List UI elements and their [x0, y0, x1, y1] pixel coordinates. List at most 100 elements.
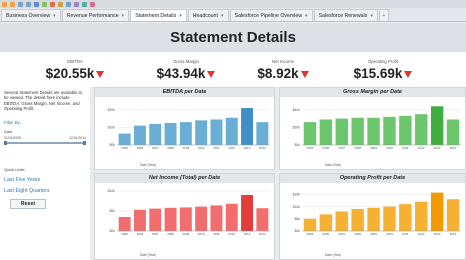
y-tick-label: $20k: [108, 108, 116, 112]
x-axis-footer[interactable]: Date (Year): [325, 163, 341, 167]
x-tick-label: 2005: [121, 232, 128, 236]
add-tab-button[interactable]: +: [378, 9, 389, 21]
x-tick-label: 2014: [450, 232, 457, 236]
bar[interactable]: [319, 119, 333, 145]
bar[interactable]: [164, 123, 177, 145]
kpi-gross-margin[interactable]: Gross Margin $43.94k: [131, 52, 241, 81]
bar[interactable]: [351, 209, 364, 231]
filter-icon[interactable]: [58, 1, 63, 7]
x-tick-label: 2007: [338, 232, 345, 236]
x-axis-footer[interactable]: Date (Year): [325, 253, 341, 257]
slider-start-handle[interactable]: [4, 140, 7, 145]
chevron-down-icon: ▾: [370, 13, 373, 19]
chart-title: Gross Margin per Date: [280, 88, 465, 97]
tab-salesforce-renewals[interactable]: Salesforce Renewals ▾: [313, 9, 378, 21]
bar[interactable]: [319, 214, 333, 231]
bar[interactable]: [118, 133, 131, 145]
bar[interactable]: [149, 208, 162, 231]
bar[interactable]: [383, 116, 396, 145]
x-tick-label: 2011: [213, 232, 220, 236]
bar[interactable]: [179, 207, 192, 231]
link-last-eight-quarters[interactable]: Last Eight Quarters: [4, 188, 86, 194]
new-sheet-icon[interactable]: [42, 1, 47, 7]
bar[interactable]: [225, 117, 238, 145]
bar[interactable]: [430, 106, 444, 145]
kpi-value: $20.55k: [45, 66, 95, 81]
tab-revenue-performance[interactable]: Revenue Performance ▾: [61, 9, 130, 21]
forward-icon[interactable]: [10, 1, 15, 7]
bar[interactable]: [415, 114, 428, 145]
x-tick-label: 2010: [198, 146, 205, 150]
y-tick-label: $5k: [295, 217, 301, 221]
kpi-operating-profit[interactable]: Operating Profit $15.69k: [328, 52, 438, 81]
kpi-net-income[interactable]: Net Income $8.92k: [228, 52, 338, 81]
kpi-label: Net Income: [272, 59, 294, 64]
kpi-label: Gross Margin: [173, 59, 199, 64]
bar[interactable]: [415, 201, 428, 231]
x-tick-label: 2010: [386, 146, 393, 150]
bar[interactable]: [210, 119, 223, 145]
bar[interactable]: [335, 118, 348, 145]
bar[interactable]: [210, 205, 223, 231]
bar[interactable]: [303, 122, 317, 145]
tab-business-overview[interactable]: Business Overview ▾: [1, 9, 61, 21]
y-tick-label: $10k: [108, 126, 116, 130]
bar[interactable]: [351, 117, 364, 145]
bar[interactable]: [118, 217, 131, 231]
bar[interactable]: [367, 207, 380, 231]
bar[interactable]: [256, 122, 269, 145]
x-tick-label: 2011: [213, 146, 220, 150]
tab-label: Salesforce Renewals: [318, 13, 368, 19]
x-axis-footer[interactable]: Date (Year): [140, 253, 156, 257]
redo-icon[interactable]: [26, 1, 31, 7]
bar[interactable]: [195, 120, 208, 145]
bar[interactable]: [133, 125, 146, 145]
format-icon[interactable]: [74, 1, 79, 7]
x-tick-label: 2009: [183, 146, 190, 150]
x-tick-label: 2014: [450, 146, 457, 150]
bar[interactable]: [383, 206, 396, 231]
bar[interactable]: [335, 211, 348, 231]
range-end: 12/31/2014: [69, 135, 86, 140]
tab-statement-details[interactable]: Statement Details ▾: [130, 9, 187, 21]
slider-end-handle[interactable]: [83, 140, 86, 145]
tab-salesforce-pipeline-overview[interactable]: Salesforce Pipeline Overview ▾: [229, 9, 313, 21]
link-last-five-years[interactable]: Last Five Years: [4, 177, 86, 183]
x-tick-label: 2011: [402, 146, 409, 150]
bar[interactable]: [256, 208, 269, 231]
reset-button[interactable]: Reset: [10, 198, 46, 209]
bar[interactable]: [430, 192, 444, 231]
tab-headcount[interactable]: Headcount ▾: [187, 9, 229, 21]
back-icon[interactable]: [2, 1, 7, 7]
kpi-ebitda[interactable]: EBITDA $20.55k: [20, 52, 130, 81]
present-icon[interactable]: [82, 1, 87, 7]
bar[interactable]: [399, 204, 412, 231]
bar[interactable]: [133, 209, 146, 231]
undo-icon[interactable]: [18, 1, 23, 7]
sidebar: Several Statement Details are available …: [0, 87, 90, 260]
x-tick-label: 2013: [244, 146, 251, 150]
bar[interactable]: [195, 206, 208, 231]
share-icon[interactable]: [90, 1, 95, 7]
chart-icon[interactable]: [50, 1, 55, 7]
bar[interactable]: [164, 207, 177, 231]
y-tick-label: $5k: [110, 209, 116, 213]
bar[interactable]: [446, 119, 460, 145]
bar[interactable]: [149, 123, 162, 145]
save-icon[interactable]: [34, 1, 39, 7]
bar[interactable]: [225, 203, 238, 231]
chart-title: Net Income (Total) per Date: [95, 174, 274, 183]
tab-bar: Business Overview ▾ Revenue Performance ▾ …: [0, 8, 466, 22]
tab-label: Statement Details: [135, 13, 177, 19]
bar[interactable]: [367, 117, 380, 145]
bar[interactable]: [303, 218, 317, 231]
x-axis-footer[interactable]: Date (Year): [140, 163, 156, 167]
bar[interactable]: [241, 195, 254, 231]
date-range-slider[interactable]: [4, 140, 86, 145]
sort-icon[interactable]: [66, 1, 71, 7]
bar[interactable]: [179, 122, 192, 145]
bar[interactable]: [399, 115, 412, 145]
kpi-value: $8.92k: [257, 66, 299, 81]
bar[interactable]: [241, 108, 254, 145]
bar[interactable]: [446, 199, 460, 231]
